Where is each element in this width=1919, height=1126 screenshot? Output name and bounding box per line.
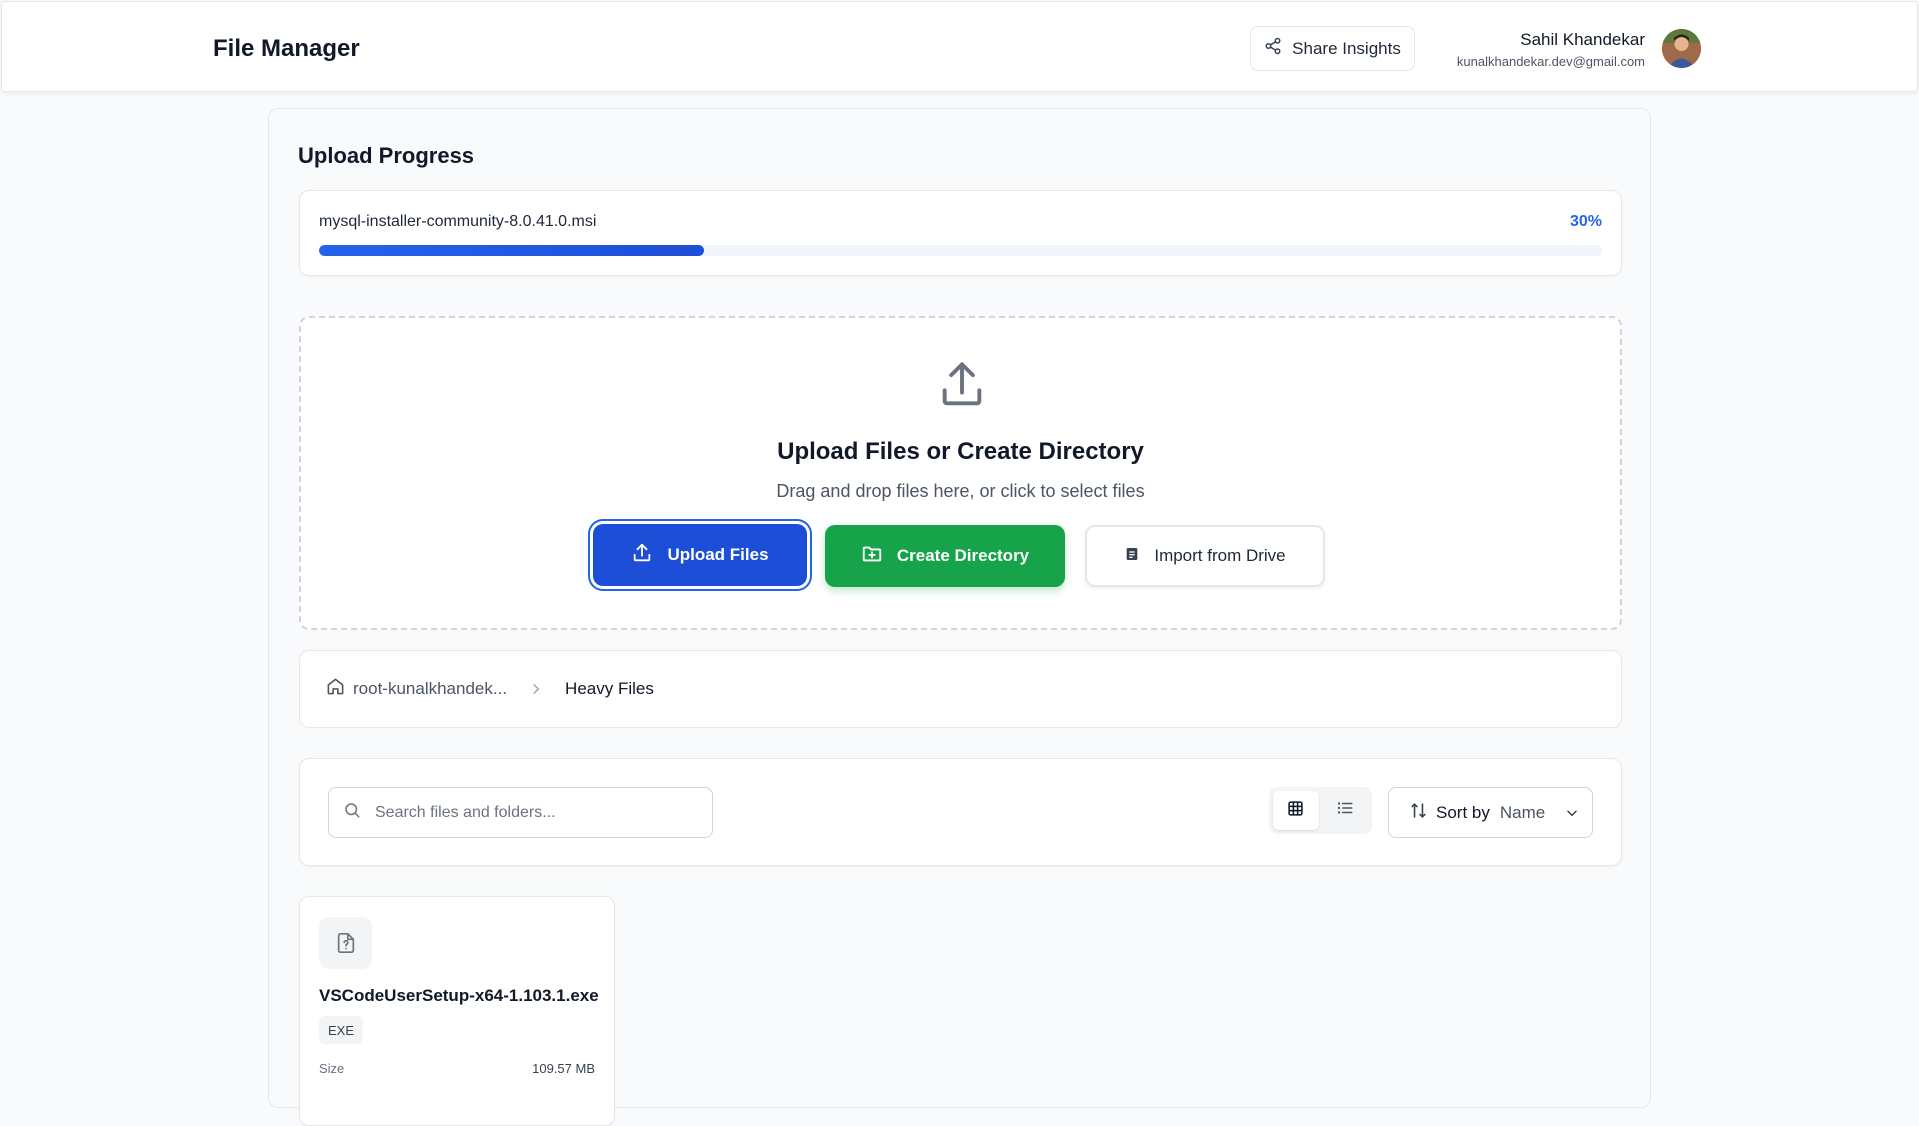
grid-icon: [1287, 800, 1304, 822]
home-icon: [326, 677, 345, 701]
progress-percent: 30%: [1569, 213, 1602, 230]
file-card[interactable]: VSCodeUserSetup-x64-1.103.1.exe EXE Size…: [299, 896, 615, 1126]
breadcrumb-root-label: root-kunalkhandek...: [353, 679, 508, 698]
share-insights-button[interactable]: Share Insights: [1250, 26, 1415, 71]
avatar[interactable]: [1662, 29, 1701, 68]
upload-icon: [631, 542, 653, 569]
sort-arrows-icon: [1409, 801, 1428, 825]
upload-icon: [936, 360, 988, 417]
upload-files-button[interactable]: Upload Files: [593, 524, 807, 586]
search-icon: [343, 801, 361, 824]
breadcrumb-root[interactable]: root-kunalkhandek...: [326, 677, 507, 701]
import-from-drive-button[interactable]: Import from Drive: [1085, 525, 1325, 587]
user-name: Sahil Khandekar: [1520, 30, 1645, 49]
breadcrumb: root-kunalkhandek... Heavy Files: [299, 650, 1622, 728]
sort-dropdown[interactable]: Sort by Name: [1388, 787, 1593, 838]
chevron-right-icon: [529, 682, 543, 696]
sort-label: Sort by: [1436, 802, 1490, 822]
progress-file-name: mysql-installer-community-8.0.41.0.msi: [319, 213, 597, 230]
create-directory-label: Create Directory: [896, 546, 1030, 565]
search-input[interactable]: [375, 803, 695, 822]
create-directory-button[interactable]: Create Directory: [825, 525, 1065, 587]
folder-plus-icon: [861, 543, 883, 570]
upload-progress-title: Upload Progress: [298, 143, 475, 168]
view-toggle: [1269, 787, 1372, 834]
file-size-label: Size: [319, 1061, 345, 1076]
document-icon: [1124, 546, 1140, 567]
unknown-file-icon: [319, 917, 372, 969]
chevron-down-icon: [1565, 806, 1579, 820]
list-view-button[interactable]: [1323, 791, 1369, 830]
user-email: kunalkhandekar.dev@gmail.com: [1456, 54, 1645, 69]
share-icon: [1264, 37, 1282, 60]
dropzone-title: Upload Files or Create Directory: [777, 438, 1144, 465]
list-icon: [1336, 799, 1354, 822]
app-title: File Manager: [213, 35, 360, 62]
share-insights-label: Share Insights: [1292, 38, 1401, 58]
dropzone-subtitle: Drag and drop files here, or click to se…: [776, 481, 1145, 501]
sort-value: Name: [1499, 802, 1546, 822]
upload-progress-card: mysql-installer-community-8.0.41.0.msi 3…: [299, 190, 1622, 276]
progress-bar-fill: [319, 245, 704, 256]
file-size-value: 109.57 MB: [532, 1061, 595, 1076]
dropzone[interactable]: Upload Files or Create Directory Drag an…: [299, 316, 1622, 630]
progress-bar: [319, 245, 1602, 256]
file-type-badge: EXE: [319, 1016, 364, 1044]
grid-view-button[interactable]: [1273, 791, 1319, 830]
search-box[interactable]: [328, 787, 713, 838]
file-name: VSCodeUserSetup-x64-1.103.1.exe: [319, 986, 599, 1005]
upload-files-label: Upload Files: [667, 545, 769, 564]
import-from-drive-label: Import from Drive: [1154, 546, 1286, 565]
breadcrumb-current: Heavy Files: [565, 679, 654, 698]
file-toolbar: Sort by Name: [299, 758, 1622, 866]
app-header: File Manager Share Insights Sahil Khande…: [1, 1, 1918, 92]
